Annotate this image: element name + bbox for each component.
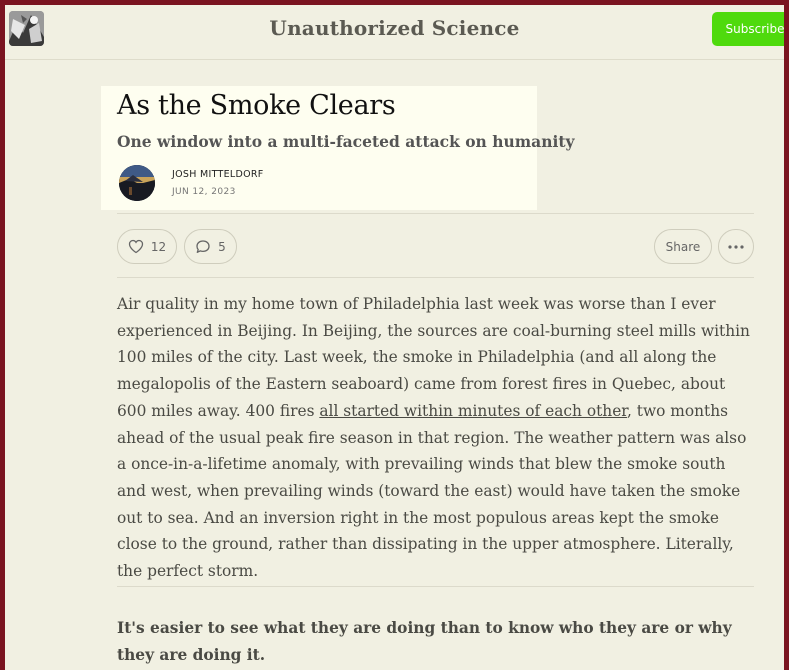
author-name[interactable]: JOSH MITTELDORF	[172, 169, 264, 180]
body-paragraph: Air quality in my home town of Philadelp…	[117, 291, 757, 585]
publication-title[interactable]: Unauthorized Science	[5, 16, 784, 40]
comment-button[interactable]: 5	[184, 229, 237, 264]
subscribe-button[interactable]: Subscribe	[712, 12, 784, 46]
body-paragraph-bold: It's easier to see what they are doing t…	[117, 619, 732, 664]
share-button[interactable]: Share	[654, 229, 712, 264]
author-avatar[interactable]	[119, 165, 155, 201]
top-bar: Unauthorized Science Subscribe	[5, 5, 784, 60]
paragraph-text: , two months ahead of the usual peak fir…	[117, 401, 747, 581]
post-header: As the Smoke Clears One window into a mu…	[101, 86, 575, 210]
post-subtitle: One window into a multi-faceted attack o…	[117, 132, 575, 151]
divider	[117, 213, 754, 214]
body-link[interactable]: all started within minutes of each other	[319, 402, 627, 420]
post-title: As the Smoke Clears	[117, 90, 396, 121]
comment-count: 5	[218, 239, 226, 254]
post-date: JUN 12, 2023	[172, 187, 236, 197]
heart-icon	[128, 239, 144, 254]
ellipsis-icon	[728, 244, 744, 249]
like-count: 12	[150, 239, 167, 254]
page-frame: Unauthorized Science Subscribe As the Sm…	[5, 5, 784, 670]
more-options-button[interactable]	[718, 229, 754, 264]
like-button[interactable]: 12	[117, 229, 177, 264]
comment-bubble-icon	[195, 239, 211, 255]
section-divider	[117, 586, 754, 587]
divider	[117, 277, 754, 278]
